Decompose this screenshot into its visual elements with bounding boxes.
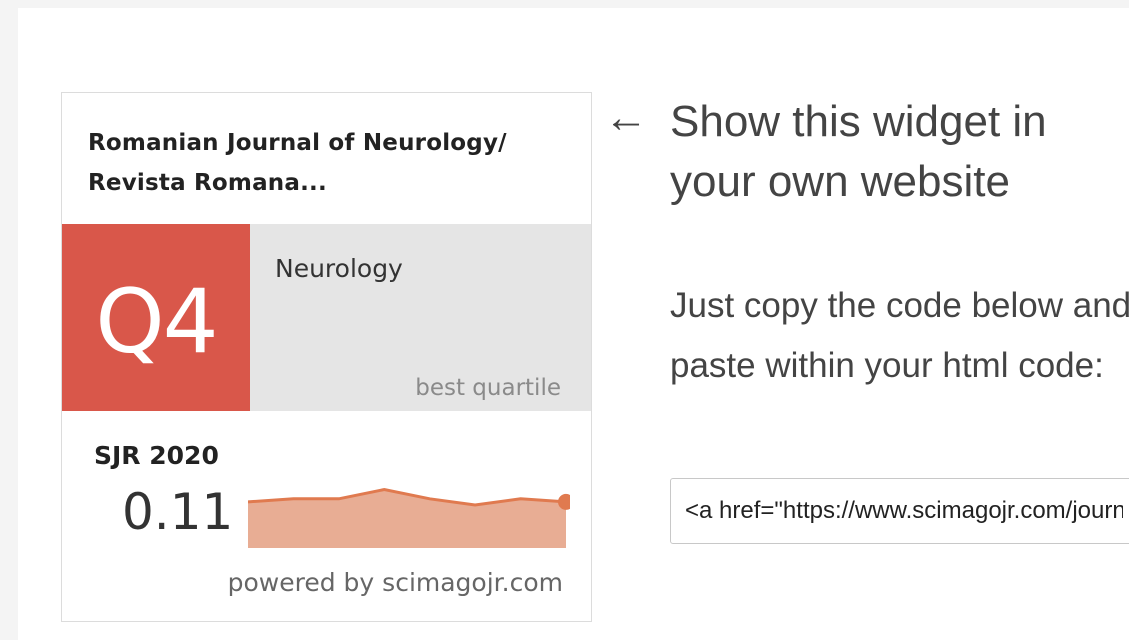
headline: Show this widget in your own website bbox=[670, 97, 1047, 206]
embed-code-field[interactable] bbox=[670, 478, 1129, 544]
best-quartile-note: best quartile bbox=[415, 375, 561, 401]
sjr-value: 0.11 bbox=[122, 483, 234, 541]
category-name: Neurology bbox=[275, 254, 403, 283]
sjr-label: SJR 2020 bbox=[94, 441, 219, 470]
category-box: Neurology best quartile bbox=[250, 224, 591, 411]
quartile-label: Q4 bbox=[95, 269, 218, 373]
quartile-box: Q4 bbox=[62, 224, 250, 411]
page-background: Romanian Journal of Neurology/ Revista R… bbox=[18, 8, 1129, 640]
powered-by-link[interactable]: powered by scimagojr.com bbox=[228, 568, 563, 597]
left-arrow-icon: ← bbox=[604, 93, 648, 142]
scimago-widget[interactable]: Romanian Journal of Neurology/ Revista R… bbox=[61, 92, 592, 622]
sjr-trend-sparkline bbox=[248, 487, 570, 548]
instructions-text: Just copy the code below and paste withi… bbox=[670, 286, 1129, 385]
journal-title: Romanian Journal of Neurology/ Revista R… bbox=[88, 130, 507, 196]
